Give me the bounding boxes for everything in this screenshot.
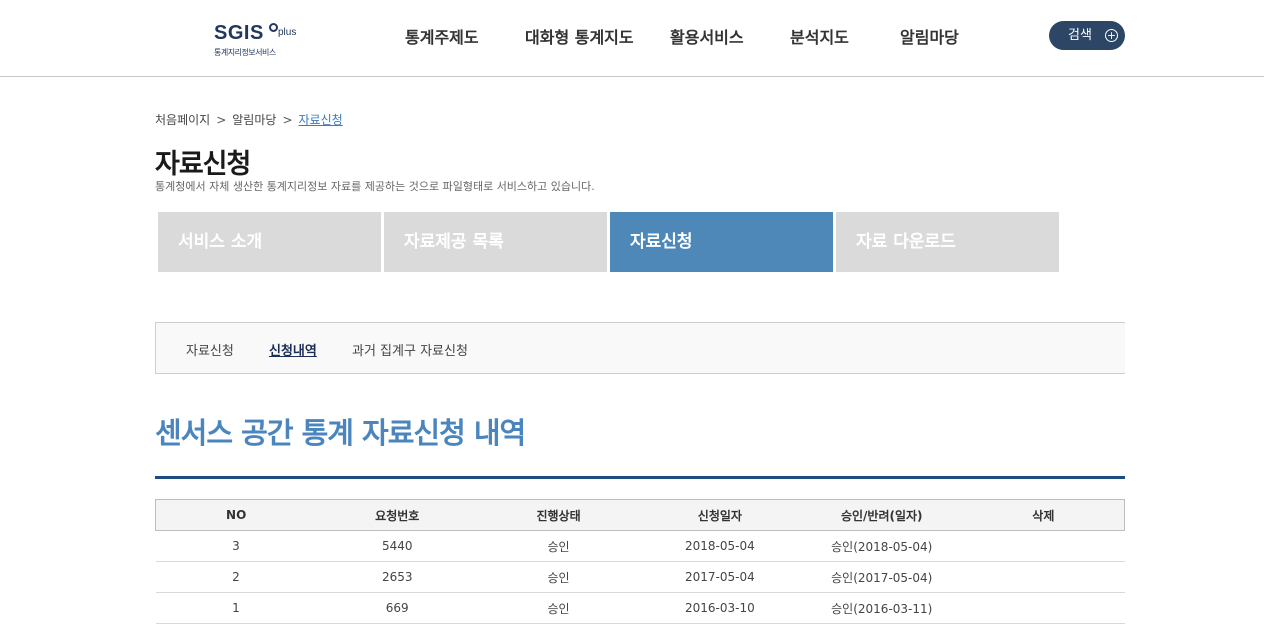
- table-row[interactable]: 3 5440 승인 2018-05-04 승인(2018-05-04): [155, 530, 1125, 562]
- tab-data-list[interactable]: 자료제공 목록: [384, 212, 607, 272]
- section-divider: [155, 476, 1125, 479]
- search-button[interactable]: 검색 +: [1049, 21, 1125, 50]
- col-header-delete: 삭제: [962, 499, 1125, 531]
- col-header-request-date: 신청일자: [638, 499, 801, 531]
- location-pin-icon: [269, 23, 278, 32]
- cell-request-date: 2016-03-10: [638, 592, 801, 624]
- cell-request-date: 2017-05-04: [638, 561, 801, 593]
- breadcrumb-current[interactable]: 자료신청: [299, 113, 343, 127]
- cell-approval: 승인(2016-03-11): [800, 592, 963, 624]
- tab-data-download[interactable]: 자료 다운로드: [836, 212, 1059, 272]
- site-logo[interactable]: SGIS plus 통계지리정보서비스: [214, 22, 297, 60]
- col-header-approval: 승인/반려(일자): [800, 499, 963, 531]
- cell-request-number: 2653: [316, 561, 479, 593]
- breadcrumb: 처음페이지 > 알림마당 > 자료신청: [155, 111, 343, 128]
- col-header-status: 진행상태: [478, 499, 639, 531]
- cell-no: 3: [155, 530, 317, 562]
- breadcrumb-home[interactable]: 처음페이지: [155, 113, 210, 127]
- nav-notice-board[interactable]: 알림마당: [900, 24, 959, 48]
- table-row[interactable]: 1 669 승인 2016-03-10 승인(2016-03-11): [155, 592, 1125, 624]
- chevron-right-icon: >: [282, 113, 293, 127]
- subnav-request[interactable]: 자료신청: [186, 340, 234, 359]
- plus-circle-icon: +: [1105, 29, 1118, 42]
- col-header-request-number: 요청번호: [316, 499, 479, 531]
- cell-no: 2: [155, 561, 317, 593]
- logo-subtitle: 통계지리정보서비스: [214, 48, 276, 57]
- logo-plus-text: plus: [278, 27, 297, 38]
- nav-interactive-map[interactable]: 대화형 통계지도: [525, 24, 634, 48]
- cell-request-number: 5440: [316, 530, 479, 562]
- tab-service-intro[interactable]: 서비스 소개: [158, 212, 381, 272]
- cell-status: 승인: [478, 530, 639, 562]
- table-row[interactable]: 2 2653 승인 2017-05-04 승인(2017-05-04): [155, 561, 1125, 593]
- chevron-right-icon: >: [216, 113, 227, 127]
- section-title: 센서스 공간 통계 자료신청 내역: [155, 416, 526, 450]
- subnav-request-history[interactable]: 신청내역: [269, 340, 317, 359]
- cell-delete: [962, 592, 1125, 624]
- cell-no: 1: [155, 592, 317, 624]
- nav-thematic-maps[interactable]: 통계주제도: [405, 24, 479, 48]
- page-description: 통계청에서 자체 생산한 통계지리정보 자료를 제공하는 것으로 파일형태로 서…: [155, 180, 595, 193]
- search-button-label: 검색: [1068, 28, 1092, 43]
- col-header-no: NO: [155, 499, 317, 531]
- nav-utilization-services[interactable]: 활용서비스: [670, 24, 744, 48]
- page-title: 자료신청: [155, 149, 251, 180]
- sub-navigation: 자료신청 신청내역 과거 집계구 자료신청: [155, 322, 1125, 374]
- cell-status: 승인: [478, 561, 639, 593]
- subnav-past-census-request[interactable]: 과거 집계구 자료신청: [352, 340, 468, 359]
- cell-request-number: 669: [316, 592, 479, 624]
- cell-approval: 승인(2017-05-04): [800, 561, 963, 593]
- cell-approval: 승인(2018-05-04): [800, 530, 963, 562]
- site-header: SGIS plus 통계지리정보서비스 통계주제도 대화형 통계지도 활용서비스…: [0, 0, 1264, 77]
- logo-main-text: SGIS: [214, 22, 264, 44]
- breadcrumb-notice[interactable]: 알림마당: [232, 113, 276, 127]
- cell-delete: [962, 530, 1125, 562]
- tab-data-request[interactable]: 자료신청: [610, 212, 833, 272]
- request-history-table: NO 요청번호 진행상태 신청일자 승인/반려(일자) 삭제 3 5440 승인…: [155, 499, 1125, 624]
- cell-delete: [962, 561, 1125, 593]
- cell-request-date: 2018-05-04: [638, 530, 801, 562]
- nav-analysis-map[interactable]: 분석지도: [790, 24, 849, 48]
- table-header-row: NO 요청번호 진행상태 신청일자 승인/반려(일자) 삭제: [155, 499, 1125, 531]
- cell-status: 승인: [478, 592, 639, 624]
